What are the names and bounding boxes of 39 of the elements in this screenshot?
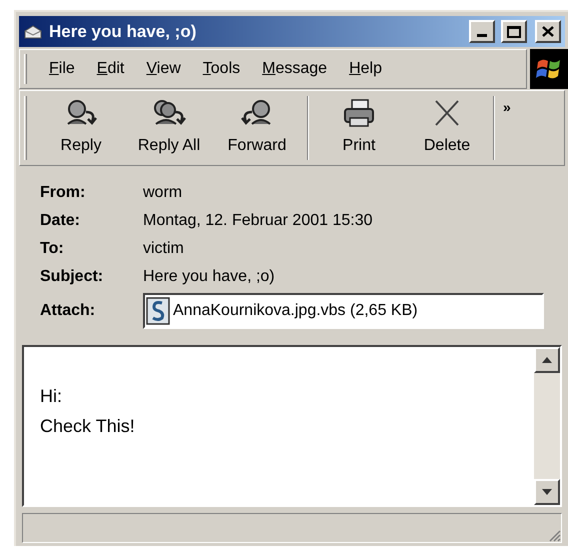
field-value: victim	[143, 238, 184, 258]
toolbar-button[interactable]: Forward	[213, 91, 301, 165]
attachment-field[interactable]: AnnaKournikova.jpg.vbs (2,65 KB)	[143, 293, 544, 329]
resize-grip-icon[interactable]	[547, 528, 561, 542]
menu-item[interactable]: File	[41, 57, 83, 81]
menu-item[interactable]: Help	[341, 57, 390, 81]
field-value: Here you have, ;o)	[143, 266, 275, 286]
close-icon	[542, 26, 554, 37]
close-button[interactable]	[535, 20, 561, 43]
minimize-button[interactable]	[469, 20, 495, 43]
toolbar-button[interactable]: Reply	[37, 91, 125, 165]
toolbar-button[interactable]: Delete	[403, 91, 491, 165]
menu-item[interactable]: Edit	[88, 57, 132, 81]
field-label: Attach:	[40, 301, 96, 321]
toolbar-overflow-button[interactable]: »	[503, 97, 511, 118]
field-value: Montag, 12. Februar 2001 15:30	[143, 210, 372, 230]
scrollbar[interactable]	[534, 347, 560, 505]
envelope-icon	[23, 24, 43, 40]
menu-item[interactable]: Message	[254, 57, 336, 81]
toolbar-button[interactable]: Print	[315, 91, 403, 165]
scroll-up-button[interactable]	[534, 347, 560, 373]
toolbar-button[interactable]: Reply All	[125, 91, 213, 165]
menu-item[interactable]: View	[138, 57, 189, 81]
maximize-button[interactable]	[501, 20, 527, 43]
printer-icon	[342, 98, 376, 128]
field-label: Subject:	[40, 266, 104, 286]
body-line: Check This!	[40, 415, 136, 438]
field-value: worm	[143, 182, 182, 202]
script-file-icon	[146, 297, 170, 325]
field-label: To:	[40, 238, 65, 258]
menu-item[interactable]: Tools	[194, 57, 248, 81]
attachment-filename[interactable]: AnnaKournikova.jpg.vbs (2,65 KB)	[173, 299, 418, 323]
down-arrow-icon	[542, 489, 552, 495]
body-line: Hi:	[40, 385, 63, 408]
scroll-down-button[interactable]	[534, 479, 560, 505]
up-arrow-icon	[542, 357, 552, 363]
field-label: From:	[40, 182, 86, 202]
field-label: Date:	[40, 210, 82, 230]
window-title: Here you have, ;o)	[49, 20, 196, 43]
